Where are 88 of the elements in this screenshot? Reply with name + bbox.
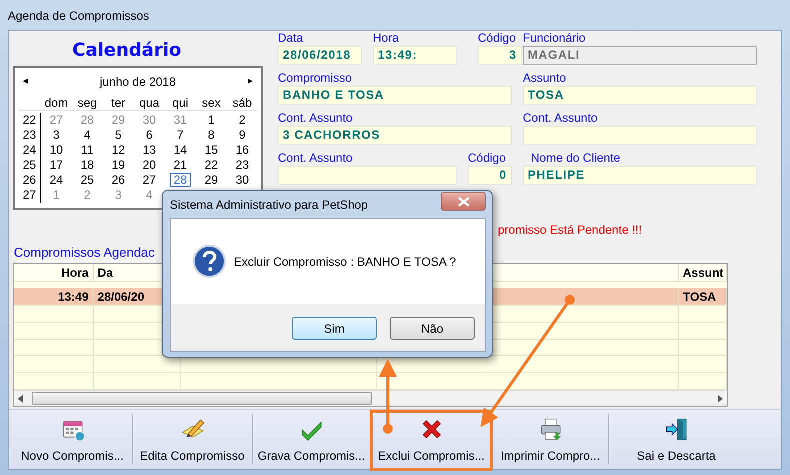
weekday-label: sáb <box>232 96 252 110</box>
weekday-label: qua <box>139 96 160 110</box>
calendar-day[interactable]: 4 <box>80 128 95 142</box>
field-label: Compromisso <box>278 72 354 85</box>
input-field[interactable]: 13:49: <box>373 46 457 65</box>
calendar-day[interactable]: 23 <box>232 158 254 172</box>
calendar-day[interactable]: 7 <box>173 128 188 142</box>
input-field[interactable]: PHELIPE <box>523 166 757 185</box>
week-number: 23 <box>23 128 36 142</box>
input-field[interactable]: 28/06/2018 <box>278 46 362 65</box>
field-label: Hora <box>373 32 400 45</box>
calendar-day[interactable]: 19 <box>108 158 130 172</box>
column-header: Assunt <box>679 264 727 281</box>
input-field[interactable]: TOSA <box>523 86 757 105</box>
week-number: 24 <box>23 143 36 157</box>
week-number: 25 <box>23 158 36 172</box>
calendar-day[interactable]: 12 <box>108 143 130 157</box>
calendar-day[interactable]: 27 <box>138 173 160 187</box>
input-field[interactable]: 0 <box>468 166 512 185</box>
field-label: Código <box>478 32 518 45</box>
calendar-day[interactable]: 17 <box>46 158 68 172</box>
field-label: Assunto <box>523 72 568 85</box>
calendar-day[interactable]: 28 <box>170 173 192 187</box>
calendar-day[interactable]: 11 <box>77 143 98 157</box>
toolbar-button[interactable]: Imprimir Compro... <box>493 414 609 465</box>
calendar-day[interactable]: 14 <box>170 143 192 157</box>
weekday-label: qui <box>172 96 188 110</box>
calendar-day[interactable]: 26 <box>108 173 130 187</box>
calendar-day[interactable]: 1 <box>204 113 219 127</box>
horizontal-scrollbar[interactable] <box>14 390 727 406</box>
calendar-day[interactable]: 6 <box>142 128 157 142</box>
input-field[interactable]: BANHO E TOSA <box>278 86 512 105</box>
calendar-day[interactable]: 10 <box>46 143 68 157</box>
toolbar-button[interactable]: Sai e Descarta <box>609 414 744 465</box>
status-message: promisso Está Pendente !!! <box>498 222 642 240</box>
calendar-day[interactable]: 15 <box>200 143 222 157</box>
field-label: Cont. Assunto <box>278 152 354 165</box>
calendar-day[interactable]: 24 <box>46 173 68 187</box>
calendar-day[interactable]: 21 <box>170 158 192 172</box>
input-field[interactable]: 3 CACHORROS <box>278 126 512 145</box>
calendar-day[interactable]: 22 <box>200 158 222 172</box>
input-field[interactable] <box>523 126 757 145</box>
next-month-button[interactable]: ▸ <box>248 77 253 87</box>
calendar-day[interactable]: 5 <box>111 128 126 142</box>
field-label: Código <box>468 152 508 165</box>
week-number: 27 <box>23 188 36 202</box>
calendar-day[interactable]: 8 <box>204 128 219 142</box>
close-button[interactable] <box>441 192 486 211</box>
question-icon <box>193 245 226 278</box>
field-label: Nome do Cliente <box>530 152 622 165</box>
weekday-label: ter <box>111 96 126 110</box>
calendar-day[interactable]: 20 <box>138 158 160 172</box>
calendar-day[interactable]: 9 <box>235 128 250 142</box>
week-number: 22 <box>23 113 36 127</box>
toolbar-button[interactable]: Edita Compromisso <box>133 414 253 465</box>
calendar-day[interactable]: 30 <box>232 173 254 187</box>
dialog-title: Sistema Administrativo para PetShop <box>170 196 368 214</box>
calendar-day[interactable]: 16 <box>232 143 254 157</box>
input-field[interactable]: 3 <box>478 46 522 65</box>
field-label: Cont. Assunto <box>278 112 354 125</box>
previous-month-button[interactable]: ◂ <box>23 77 28 87</box>
window-title: Agenda de Compromissos <box>7 8 150 25</box>
calendar-day[interactable]: 13 <box>138 143 160 157</box>
close-icon <box>458 196 470 206</box>
toolbar-button[interactable]: Novo Compromis... <box>13 414 133 465</box>
table-cell: TOSA <box>679 288 727 305</box>
weekday-label: dom <box>44 96 68 110</box>
dialog-button[interactable]: Não <box>390 317 475 340</box>
week-number: 26 <box>23 173 36 187</box>
dialog-message: Excluir Compromisso : BANHO E TOSA ? <box>234 254 456 270</box>
calendar-day[interactable]: 2 <box>235 113 250 127</box>
toolbar-button[interactable]: Grava Compromis... <box>253 414 371 465</box>
field-label: Funcionário <box>523 32 587 45</box>
calendar-day[interactable]: 29 <box>200 173 222 187</box>
table-title: Compromissos Agendac <box>14 245 155 260</box>
dialog-button[interactable]: Sim <box>292 317 377 340</box>
weekday-label: seg <box>78 96 98 110</box>
field-label: Data <box>278 32 304 45</box>
column-header: Hora <box>14 264 94 281</box>
weekday-label: sex <box>202 96 221 110</box>
month-label: junho de 2018 <box>100 74 176 91</box>
field-label: Cont. Assunto <box>523 112 599 125</box>
input-field[interactable] <box>278 166 457 185</box>
calendar-day[interactable]: 18 <box>76 158 98 172</box>
calendar-day[interactable]: 25 <box>76 173 98 187</box>
calendar-heading: Calendário <box>72 39 182 63</box>
calendar-day[interactable]: 3 <box>49 128 64 142</box>
table-cell: 13:49 <box>14 288 94 305</box>
